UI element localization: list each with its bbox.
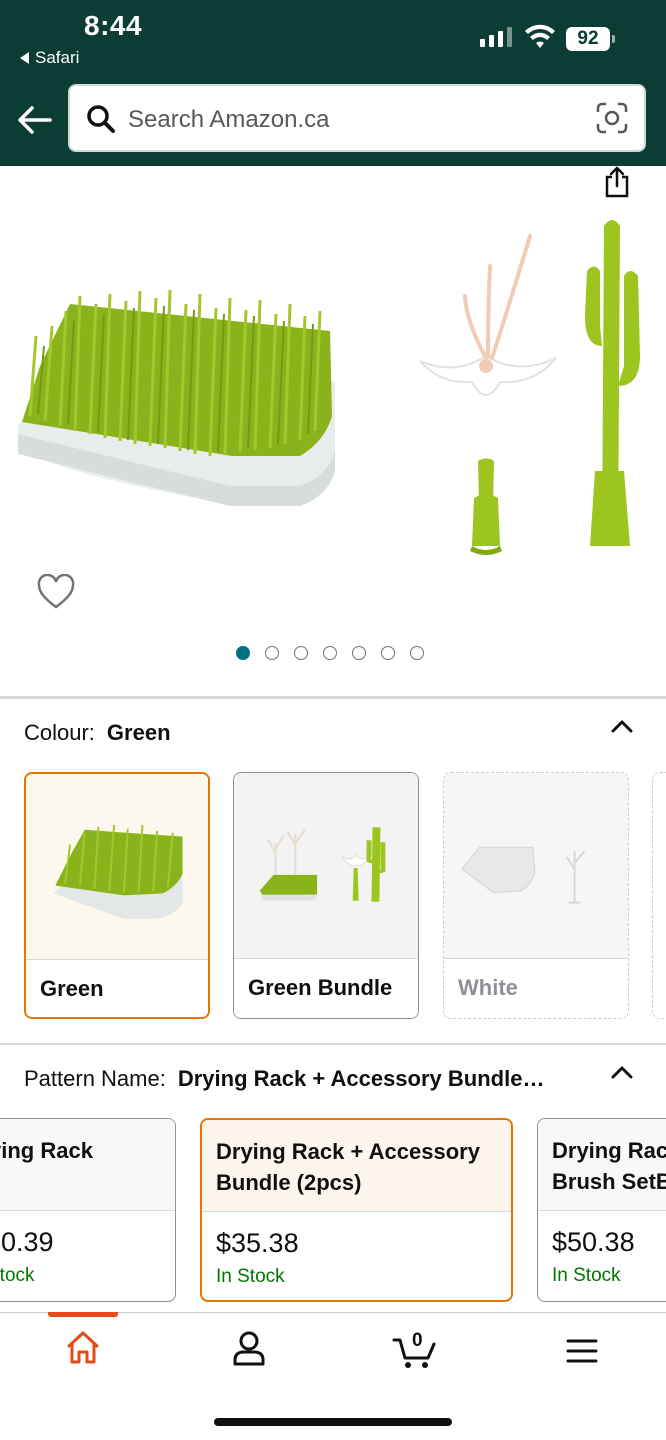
colour-option-label: Green Bundle <box>234 958 418 1018</box>
colour-selector-label: Colour: Green <box>24 720 171 746</box>
search-placeholder: Search Amazon.ca <box>128 106 330 133</box>
wishlist-heart-icon[interactable] <box>36 574 76 610</box>
green-swatch-image <box>26 774 208 959</box>
pagination-dot[interactable] <box>323 646 337 660</box>
cellular-signal-icon <box>480 27 512 47</box>
section-divider <box>0 696 666 699</box>
product-image <box>18 220 640 555</box>
pattern-option-price: $50.38 <box>552 1227 635 1257</box>
pattern-option-name-line1: Drying Rac <box>552 1138 666 1163</box>
green-bundle-swatch-image <box>234 773 418 958</box>
home-tab-icon[interactable] <box>66 1330 100 1366</box>
section-divider <box>0 1043 666 1045</box>
colour-option-green[interactable]: Green <box>24 772 210 1019</box>
pagination-dot[interactable] <box>352 646 366 660</box>
pattern-selected-value: Drying Rack + Accessory Bundle… <box>177 1066 545 1091</box>
pattern-option-brush-set[interactable]: Drying Rac Brush SetB $50.38 In Stock <box>537 1118 666 1302</box>
colour-label: Colour: <box>24 720 95 745</box>
pattern-option-accessory-bundle[interactable]: Drying Rack + Accessory Bundle (2pcs) $3… <box>200 1118 513 1302</box>
product-image-gallery[interactable] <box>0 166 666 696</box>
pattern-option-stock: Stock <box>0 1265 35 1286</box>
pattern-collapse-chevron-icon[interactable] <box>610 1064 634 1080</box>
colour-option-partial[interactable] <box>652 772 666 1019</box>
pattern-label: Pattern Name: <box>24 1066 166 1091</box>
back-to-app-link[interactable]: Safari <box>20 48 79 68</box>
battery-indicator: 92 <box>566 27 615 51</box>
colour-option-label: Green <box>26 959 208 1017</box>
pattern-option-price: $35.38 <box>216 1228 299 1258</box>
back-triangle-icon <box>20 52 29 64</box>
pattern-selector-label: Pattern Name: Drying Rack + Accessory Bun… <box>24 1066 584 1092</box>
white-swatch-image <box>444 773 628 958</box>
app-header: 8:44 Safari 92 Search Amazon.ca <box>0 0 666 166</box>
colour-option-label: White <box>444 958 628 1018</box>
pagination-dot[interactable] <box>294 646 308 660</box>
colour-option-white[interactable]: White <box>443 772 629 1019</box>
pagination-dot-active[interactable] <box>236 646 250 660</box>
pagination-dot[interactable] <box>410 646 424 660</box>
active-tab-indicator <box>48 1312 118 1317</box>
image-pagination-dots[interactable] <box>236 646 424 660</box>
pattern-option-drying-rack[interactable]: ying Rack 20.39 Stock <box>0 1118 176 1302</box>
camera-lens-icon[interactable] <box>596 102 628 134</box>
pattern-option-name: Drying Rac Brush SetB <box>538 1119 666 1211</box>
colour-option-green-bundle[interactable]: Green Bundle <box>233 772 419 1019</box>
pattern-option-name: ying Rack <box>0 1119 175 1211</box>
pattern-option-name-line2: Brush SetB <box>552 1169 666 1194</box>
pattern-option-price: 20.39 <box>0 1227 54 1257</box>
status-time: 8:44 <box>84 10 143 41</box>
back-arrow-icon[interactable] <box>16 104 52 136</box>
cart-count-badge: 0 <box>412 1330 423 1351</box>
wifi-icon <box>525 24 555 48</box>
pattern-option-name: Drying Rack + Accessory Bundle (2pcs) <box>202 1120 511 1212</box>
pagination-dot[interactable] <box>381 646 395 660</box>
account-tab-icon[interactable] <box>232 1330 266 1366</box>
pattern-option-stock: In Stock <box>552 1265 621 1286</box>
colour-collapse-chevron-icon[interactable] <box>610 718 634 734</box>
search-bar[interactable]: Search Amazon.ca <box>68 84 646 152</box>
home-indicator-bar[interactable] <box>214 1418 452 1426</box>
menu-tab-icon[interactable] <box>566 1338 598 1364</box>
back-app-label: Safari <box>35 48 80 67</box>
pattern-option-stock: In Stock <box>216 1266 285 1287</box>
colour-selected-value: Green <box>106 720 171 745</box>
search-icon <box>87 105 115 133</box>
pagination-dot[interactable] <box>265 646 279 660</box>
